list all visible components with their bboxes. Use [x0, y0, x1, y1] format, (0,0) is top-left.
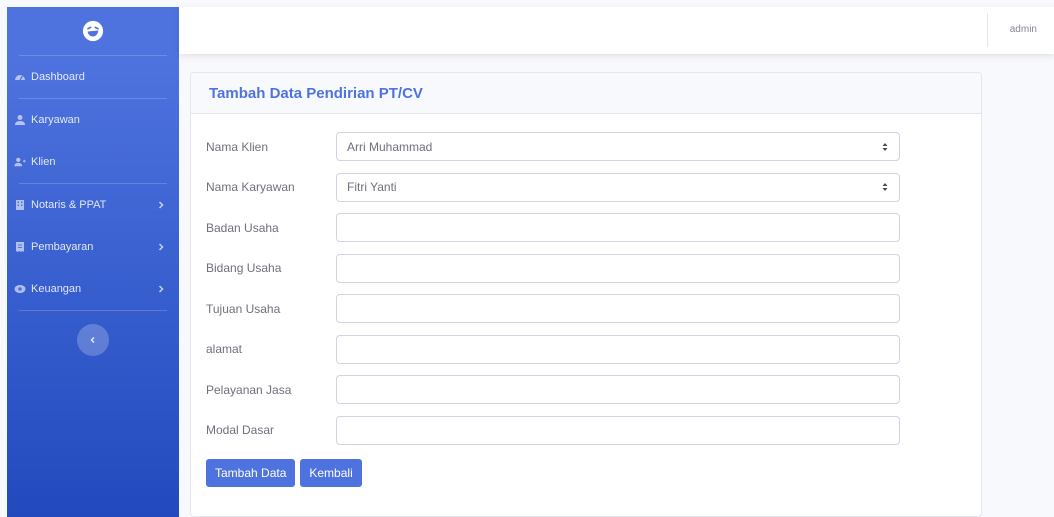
tachometer-icon — [14, 71, 26, 83]
chevron-right-icon — [158, 201, 164, 209]
form-card: Tambah Data Pendirian PT/CV Nama Klien A… — [190, 72, 982, 517]
sort-arrows-icon — [882, 183, 888, 191]
modal-dasar-input[interactable] — [336, 415, 900, 445]
tujuan-usaha-input[interactable] — [336, 294, 900, 323]
nama-karyawan-label: Nama Karyawan — [206, 180, 295, 194]
receipt-icon — [14, 241, 26, 253]
nama-klien-select[interactable]: Arri Muhammad — [336, 132, 900, 161]
form-row-badan-usaha: Badan Usaha — [206, 213, 900, 242]
bidang-usaha-input[interactable] — [336, 253, 900, 283]
sidebar-toggle-button[interactable] — [77, 324, 109, 356]
user-icon — [14, 114, 26, 126]
money-bill-icon — [14, 283, 26, 295]
alamat-input[interactable] — [336, 334, 900, 364]
topbar-divider — [987, 13, 988, 47]
tambah-data-button[interactable]: Tambah Data — [206, 458, 296, 487]
sidebar-item-keuangan[interactable]: Keuangan — [7, 268, 179, 310]
sort-arrows-icon — [882, 142, 888, 151]
form-row-nama-klien: Nama Klien Arri Muhammad — [206, 132, 900, 161]
sidebar-item-pembayaran[interactable]: Pembayaran — [7, 226, 179, 268]
brand-logo[interactable] — [7, 7, 179, 55]
building-icon — [14, 199, 26, 211]
pelayanan-jasa-label: Pelayanan Jasa — [206, 382, 292, 397]
card-header: Tambah Data Pendirian PT/CV — [191, 73, 981, 114]
pendirian-form: Nama Klien Arri Muhammad Nama Karyawan F… — [191, 114, 981, 487]
form-row-modal-dasar: Modal Dasar — [206, 415, 900, 445]
nama-klien-label: Nama Klien — [206, 139, 269, 154]
form-row-nama-karyawan: Nama Karyawan Fitri Yanti — [206, 172, 900, 202]
nama-karyawan-value: Fitri Yanti — [347, 180, 397, 194]
pelayanan-jasa-input[interactable] — [336, 375, 900, 404]
sidebar-item-label: Klien — [31, 156, 56, 168]
modal-dasar-label: Modal Dasar — [206, 423, 275, 437]
sidebar-item-label: Notaris & PPAT — [31, 199, 107, 211]
chevron-left-icon — [90, 336, 95, 344]
topbar: admin — [179, 7, 1054, 54]
tujuan-usaha-label: Tujuan Usaha — [206, 301, 281, 316]
kembali-button[interactable]: Kembali — [300, 458, 362, 487]
sidebar: Dashboard Karyawan Klien Notaris & PPAT … — [7, 7, 179, 517]
nama-karyawan-select[interactable]: Fitri Yanti — [336, 172, 900, 202]
badan-usaha-label: Badan Usaha — [206, 220, 279, 235]
chevron-right-icon — [158, 243, 164, 251]
laughing-face-icon — [82, 20, 104, 42]
sidebar-item-klien[interactable]: Klien — [7, 141, 179, 183]
page-title: Tambah Data Pendirian PT/CV — [209, 84, 423, 102]
sidebar-item-label: Dashboard — [31, 71, 85, 83]
sidebar-item-label: Pembayaran — [31, 241, 94, 253]
form-row-pelayanan-jasa: Pelayanan Jasa — [206, 375, 900, 404]
form-row-bidang-usaha: Bidang Usaha — [206, 253, 900, 283]
user-menu[interactable]: admin — [1010, 24, 1037, 35]
sidebar-item-dashboard[interactable]: Dashboard — [7, 56, 179, 98]
sidebar-item-karyawan[interactable]: Karyawan — [7, 99, 179, 141]
nama-klien-value: Arri Muhammad — [347, 139, 433, 154]
form-actions: Tambah Data Kembali — [206, 458, 900, 487]
alamat-label: alamat — [206, 342, 243, 356]
bidang-usaha-label: Bidang Usaha — [206, 261, 282, 275]
form-row-alamat: alamat — [206, 334, 900, 364]
sidebar-divider — [19, 310, 167, 311]
form-row-tujuan-usaha: Tujuan Usaha — [206, 294, 900, 323]
user-plus-icon — [14, 156, 26, 168]
sidebar-item-label: Keuangan — [31, 283, 82, 295]
sidebar-item-label: Karyawan — [31, 114, 80, 126]
chevron-right-icon — [158, 285, 164, 293]
badan-usaha-input[interactable] — [336, 213, 900, 242]
sidebar-item-notaris-ppat[interactable]: Notaris & PPAT — [7, 184, 179, 226]
